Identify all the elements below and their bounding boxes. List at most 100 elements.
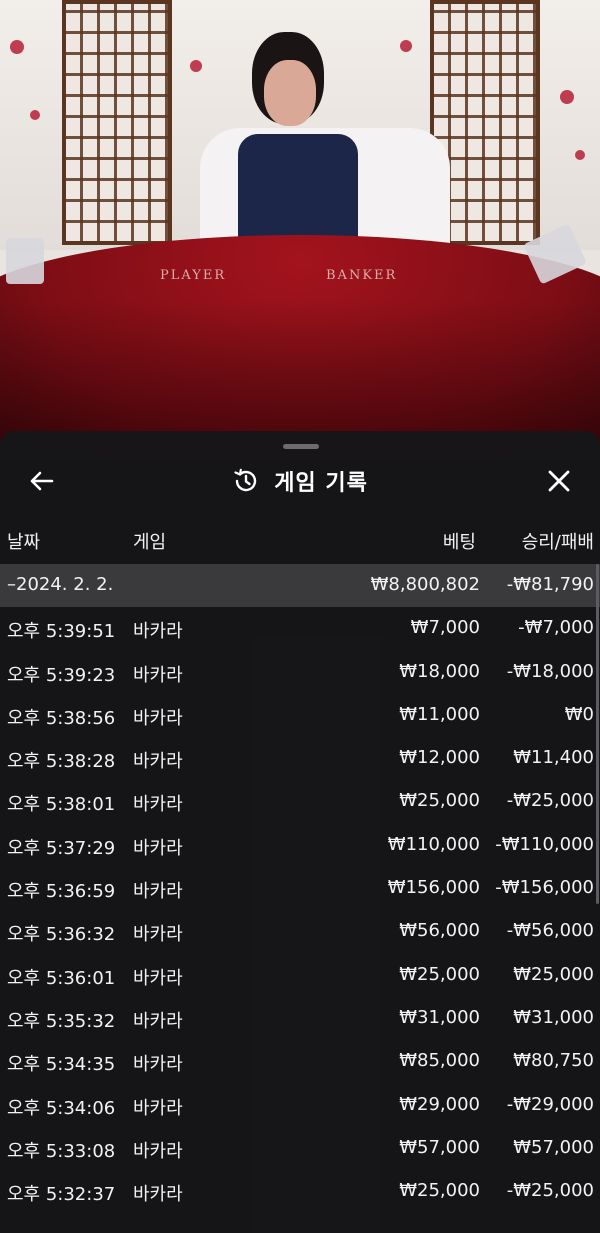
- blossom: [190, 60, 202, 72]
- row-game: 바카라: [133, 881, 183, 903]
- row-bet: ₩12,000: [399, 747, 480, 769]
- row-game: 바카라: [133, 664, 183, 686]
- row-game: 바카라: [133, 1010, 183, 1032]
- blossom: [575, 150, 585, 160]
- row-time: 오후 5:37:29: [7, 837, 116, 859]
- row-game: 바카라: [133, 621, 183, 643]
- row-bet: ₩11,000: [399, 703, 480, 725]
- summary-date: –2024. 2. 2.: [7, 574, 114, 595]
- row-game: 바카라: [133, 794, 183, 816]
- row-time: 오후 5:35:32: [7, 1010, 116, 1032]
- column-game[interactable]: 게임: [133, 528, 166, 554]
- row-bet: ₩25,000: [399, 1180, 480, 1202]
- row-time: 오후 5:38:56: [7, 707, 116, 729]
- row-time: 오후 5:34:06: [7, 1097, 116, 1119]
- row-game: 바카라: [133, 1184, 183, 1206]
- game-history-sheet: 게임 기록 날짜 게임 베팅 승리/패배 –2024. 2. 2. ₩8,800…: [0, 431, 600, 1233]
- row-win-loss: ₩11,400: [513, 747, 594, 769]
- row-bet: ₩18,000: [399, 660, 480, 682]
- sheet-header: 게임 기록: [0, 461, 600, 501]
- row-bet: ₩31,000: [399, 1006, 480, 1028]
- history-row[interactable]: 오후 5:39:51 바카라 ₩7,000 -₩7,000: [0, 607, 600, 650]
- row-bet: ₩110,000: [387, 833, 480, 855]
- row-game: 바카라: [133, 1140, 183, 1162]
- dealer-face: [264, 60, 316, 126]
- column-win-loss[interactable]: 승리/패배: [522, 528, 594, 554]
- sheet-title: 게임 기록: [274, 471, 368, 496]
- row-win-loss: ₩80,750: [513, 1050, 594, 1072]
- history-row[interactable]: 오후 5:36:59 바카라 ₩156,000 -₩156,000: [0, 867, 600, 910]
- history-clock-icon: [234, 468, 257, 492]
- history-row[interactable]: 오후 5:38:56 바카라 ₩11,000 ₩0: [0, 694, 600, 737]
- history-row[interactable]: 오후 5:33:08 바카라 ₩57,000 ₩57,000: [0, 1127, 600, 1170]
- row-time: 오후 5:36:32: [7, 924, 116, 946]
- row-win-loss: -₩29,000: [506, 1093, 594, 1115]
- row-win-loss: ₩0: [564, 703, 594, 725]
- row-game: 바카라: [133, 707, 183, 729]
- row-win-loss: -₩156,000: [495, 877, 594, 899]
- row-bet: ₩29,000: [399, 1093, 480, 1115]
- column-bet[interactable]: 베팅: [443, 528, 476, 554]
- history-row[interactable]: 오후 5:39:23 바카라 ₩18,000 -₩18,000: [0, 651, 600, 694]
- history-row[interactable]: 오후 5:34:06 바카라 ₩29,000 -₩29,000: [0, 1084, 600, 1127]
- live-dealer-video: PLAYER BANKER: [0, 0, 600, 460]
- close-button[interactable]: [543, 465, 575, 497]
- row-bet: ₩25,000: [399, 790, 480, 812]
- history-row[interactable]: 오후 5:36:01 바카라 ₩25,000 ₩25,000: [0, 954, 600, 997]
- row-win-loss: -₩110,000: [495, 833, 594, 855]
- history-row[interactable]: 오후 5:38:01 바카라 ₩25,000 -₩25,000: [0, 780, 600, 823]
- row-time: 오후 5:38:28: [7, 751, 116, 773]
- row-game: 바카라: [133, 924, 183, 946]
- row-game: 바카라: [133, 1097, 183, 1119]
- table-header: 날짜 게임 베팅 승리/패배: [0, 528, 600, 558]
- blossom: [560, 90, 574, 104]
- row-game: 바카라: [133, 751, 183, 773]
- summary-win-loss: -₩81,790: [506, 574, 594, 595]
- row-time: 오후 5:38:01: [7, 794, 116, 816]
- lattice-screen-left: [62, 0, 172, 245]
- summary-bet: ₩8,800,802: [370, 574, 480, 595]
- row-bet: ₩156,000: [387, 877, 480, 899]
- row-bet: ₩7,000: [410, 617, 480, 639]
- player-table-label: PLAYER: [160, 268, 227, 283]
- row-bet: ₩57,000: [399, 1136, 480, 1158]
- sheet-drag-handle[interactable]: [283, 444, 319, 449]
- close-icon: [548, 470, 570, 492]
- history-row[interactable]: 오후 5:35:32 바카라 ₩31,000 ₩31,000: [0, 997, 600, 1040]
- row-time: 오후 5:33:08: [7, 1140, 116, 1162]
- row-game: 바카라: [133, 837, 183, 859]
- row-win-loss: -₩25,000: [506, 1180, 594, 1202]
- list-scrollbar[interactable]: [596, 564, 599, 904]
- row-win-loss: ₩31,000: [513, 1006, 594, 1028]
- row-win-loss: ₩57,000: [513, 1136, 594, 1158]
- row-win-loss: -₩56,000: [506, 920, 594, 942]
- row-bet: ₩85,000: [399, 1050, 480, 1072]
- date-summary-row[interactable]: –2024. 2. 2. ₩8,800,802 -₩81,790: [0, 564, 600, 608]
- card-discard-tray: [6, 238, 44, 284]
- history-row[interactable]: 오후 5:36:32 바카라 ₩56,000 -₩56,000: [0, 910, 600, 953]
- row-win-loss: -₩7,000: [518, 617, 594, 639]
- column-date[interactable]: 날짜: [7, 528, 40, 554]
- row-time: 오후 5:36:01: [7, 967, 116, 989]
- blossom: [400, 40, 412, 52]
- row-bet: ₩25,000: [399, 963, 480, 985]
- history-list[interactable]: –2024. 2. 2. ₩8,800,802 -₩81,790 오후 5:39…: [0, 564, 600, 1213]
- row-time: 오후 5:32:37: [7, 1184, 116, 1206]
- row-win-loss: -₩25,000: [506, 790, 594, 812]
- row-game: 바카라: [133, 1054, 183, 1076]
- history-row[interactable]: 오후 5:32:37 바카라 ₩25,000 -₩25,000: [0, 1170, 600, 1213]
- row-game: 바카라: [133, 967, 183, 989]
- row-time: 오후 5:39:51: [7, 621, 116, 643]
- history-row[interactable]: 오후 5:38:28 바카라 ₩12,000 ₩11,400: [0, 737, 600, 780]
- history-row[interactable]: 오후 5:37:29 바카라 ₩110,000 -₩110,000: [0, 824, 600, 867]
- row-bet: ₩56,000: [399, 920, 480, 942]
- banker-table-label: BANKER: [326, 268, 398, 283]
- history-row[interactable]: 오후 5:34:35 바카라 ₩85,000 ₩80,750: [0, 1040, 600, 1083]
- blossom: [30, 110, 40, 120]
- row-time: 오후 5:39:23: [7, 664, 116, 686]
- row-time: 오후 5:36:59: [7, 881, 116, 903]
- row-time: 오후 5:34:35: [7, 1054, 116, 1076]
- row-win-loss: ₩25,000: [513, 963, 594, 985]
- blossom: [10, 40, 24, 54]
- row-win-loss: -₩18,000: [506, 660, 594, 682]
